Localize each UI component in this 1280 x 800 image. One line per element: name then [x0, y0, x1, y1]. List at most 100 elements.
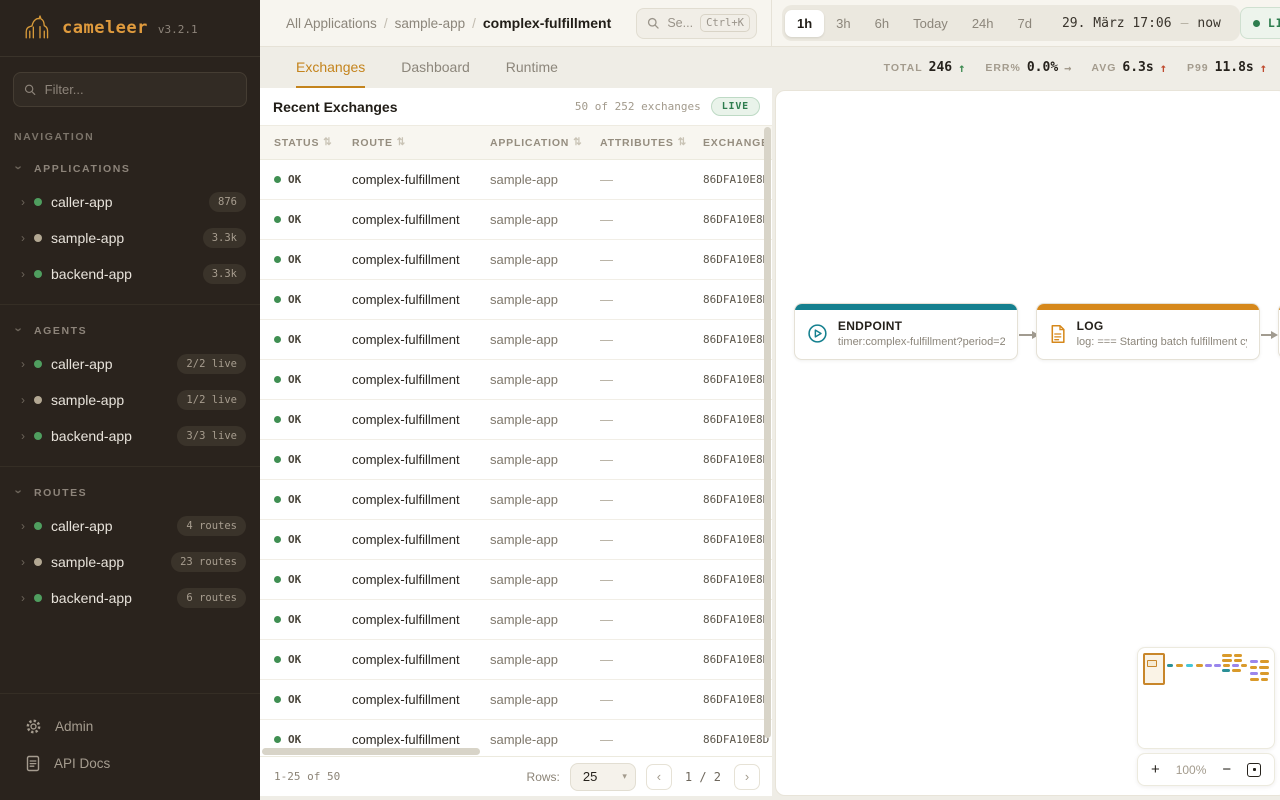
cell-exchange-id: 86DFA10E8D: [703, 333, 772, 346]
table-row[interactable]: OK complex-fulfillment sample-app — 86DF…: [260, 440, 772, 480]
column-header-attributes[interactable]: ATTRIBUTES ⇅: [600, 137, 703, 149]
range-button-3h[interactable]: 3h: [824, 10, 862, 37]
cell-exchange-id: 86DFA10E8D: [703, 253, 772, 266]
cell-route: complex-fulfillment: [352, 372, 490, 387]
tab-runtime[interactable]: Runtime: [506, 47, 558, 88]
time-range-display[interactable]: 29. März 17:06 — now: [1044, 16, 1237, 31]
cell-exchange-id: 86DFA10E8D: [703, 373, 772, 386]
table-row[interactable]: OK complex-fulfillment sample-app — 86DF…: [260, 360, 772, 400]
fit-dot: [1253, 768, 1256, 771]
horizontal-scrollbar[interactable]: [262, 748, 480, 755]
route-diagram-canvas[interactable]: ENDPOINT timer:complex-fulfillment?perio…: [775, 90, 1280, 796]
prev-page-button[interactable]: ‹: [646, 764, 672, 790]
range-button-24h[interactable]: 24h: [960, 10, 1006, 37]
tab-dashboard[interactable]: Dashboard: [401, 47, 470, 88]
column-header-status[interactable]: STATUS ⇅: [274, 137, 352, 149]
table-row[interactable]: OK complex-fulfillment sample-app — 86DF…: [260, 280, 772, 320]
sort-icon: ⇅: [573, 137, 582, 148]
cell-route: complex-fulfillment: [352, 212, 490, 227]
table-row[interactable]: OK complex-fulfillment sample-app — 86DF…: [260, 320, 772, 360]
trend-up-icon: ↑: [958, 61, 965, 75]
range-button-1h[interactable]: 1h: [785, 10, 824, 37]
status-text: OK: [288, 413, 301, 426]
column-header-application[interactable]: APPLICATION ⇅: [490, 137, 600, 149]
table-row[interactable]: OK complex-fulfillment sample-app — 86DF…: [260, 560, 772, 600]
routes-badge: 6 routes: [177, 588, 246, 608]
sidebar-item-application[interactable]: › backend-app 3.3k: [0, 256, 260, 292]
sidebar-item-application[interactable]: › caller-app 876: [0, 184, 260, 220]
live-toggle[interactable]: LIVE: [1240, 7, 1280, 39]
table-row[interactable]: OK complex-fulfillment sample-app — 86DF…: [260, 160, 772, 200]
table-row[interactable]: OK complex-fulfillment sample-app — 86DF…: [260, 600, 772, 640]
vertical-scrollbar[interactable]: [764, 127, 771, 738]
chevron-right-icon: ›: [21, 592, 25, 604]
exchanges-panel: Recent Exchanges 50 of 252 exchanges LIV…: [260, 88, 772, 796]
column-label: APPLICATION: [490, 137, 569, 149]
sidebar-item-agent[interactable]: › sample-app 1/2 live: [0, 382, 260, 418]
range-button-6h[interactable]: 6h: [863, 10, 901, 37]
minimap-dash: [1167, 664, 1173, 667]
cell-status: OK: [274, 453, 352, 466]
table-row[interactable]: OK complex-fulfillment sample-app — 86DF…: [260, 200, 772, 240]
sidebar-item-agent[interactable]: › caller-app 2/2 live: [0, 346, 260, 382]
sidebar-item-route[interactable]: › sample-app 23 routes: [0, 544, 260, 580]
section-header-agents[interactable]: › AGENTS: [0, 315, 260, 346]
range-button-today[interactable]: Today: [901, 10, 960, 37]
trend-up-icon: ↑: [1160, 61, 1167, 75]
cell-application: sample-app: [490, 172, 600, 187]
next-page-button[interactable]: ›: [734, 764, 760, 790]
section-header-routes[interactable]: › ROUTES: [0, 477, 260, 508]
admin-label: Admin: [55, 719, 93, 734]
table-row[interactable]: OK complex-fulfillment sample-app — 86DF…: [260, 240, 772, 280]
flow-node-endpoint[interactable]: ENDPOINT timer:complex-fulfillment?perio…: [794, 303, 1018, 360]
cell-exchange-id: 86DFA10E8D: [703, 733, 772, 746]
sidebar-item-api-docs[interactable]: API Docs: [0, 745, 260, 782]
minimap-dash: [1196, 664, 1203, 667]
sidebar-item-route[interactable]: › backend-app 6 routes: [0, 580, 260, 616]
table-row[interactable]: OK complex-fulfillment sample-app — 86DF…: [260, 640, 772, 680]
node-body: LOG log: === Starting batch fulfillment …: [1037, 310, 1259, 359]
topbar-right: 1h 3h 6h Today 24h 7d 29. März 17:06 — n…: [772, 0, 1280, 46]
item-name: sample-app: [51, 554, 162, 570]
arrow-head-icon: [1271, 331, 1278, 339]
sidebar-item-agent[interactable]: › backend-app 3/3 live: [0, 418, 260, 454]
breadcrumb-app[interactable]: sample-app: [395, 16, 466, 31]
table-row[interactable]: OK complex-fulfillment sample-app — 86DF…: [260, 400, 772, 440]
sidebar-item-application[interactable]: › sample-app 3.3k: [0, 220, 260, 256]
cell-status: OK: [274, 173, 352, 186]
rows-per-page-select[interactable]: 25 ▾: [570, 763, 636, 791]
sidebar-item-admin[interactable]: Admin: [0, 708, 260, 745]
ok-status-dot: [274, 656, 281, 663]
table-row[interactable]: OK complex-fulfillment sample-app — 86DF…: [260, 680, 772, 720]
ok-status-dot: [274, 296, 281, 303]
filter-input[interactable]: [45, 82, 236, 97]
breadcrumb-root[interactable]: All Applications: [286, 16, 377, 31]
exchange-count: 50 of 252 exchanges: [575, 100, 701, 113]
column-header-route[interactable]: ROUTE ⇅: [352, 137, 490, 149]
fit-view-button[interactable]: [1247, 763, 1261, 777]
tab-exchanges[interactable]: Exchanges: [296, 47, 365, 88]
table-row[interactable]: OK complex-fulfillment sample-app — 86DF…: [260, 520, 772, 560]
cell-route: complex-fulfillment: [352, 612, 490, 627]
status-dot: [34, 558, 42, 566]
sidebar-item-route[interactable]: › caller-app 4 routes: [0, 508, 260, 544]
item-name: caller-app: [51, 194, 200, 210]
zoom-out-button[interactable]: −: [1222, 762, 1231, 777]
api-docs-label: API Docs: [54, 756, 110, 771]
section-header-applications[interactable]: › APPLICATIONS: [0, 153, 260, 184]
range-button-7d[interactable]: 7d: [1006, 10, 1044, 37]
search-box[interactable]: Se... Ctrl+K: [636, 8, 757, 39]
item-name: sample-app: [51, 230, 194, 246]
minimap-viewport[interactable]: [1143, 653, 1165, 685]
page-indicator: 1 / 2: [682, 770, 724, 784]
filter-box[interactable]: [13, 72, 247, 107]
trend-flat-icon: →: [1064, 61, 1071, 75]
cell-route: complex-fulfillment: [352, 452, 490, 467]
zoom-in-button[interactable]: +: [1151, 762, 1160, 777]
camel-logo-icon: [20, 12, 52, 44]
column-header-exchange[interactable]: EXCHANGE: [703, 137, 772, 149]
table-row[interactable]: OK complex-fulfillment sample-app — 86DF…: [260, 480, 772, 520]
minimap[interactable]: [1137, 647, 1275, 749]
flow-node-log[interactable]: LOG log: === Starting batch fulfillment …: [1036, 303, 1260, 360]
search-placeholder: Se...: [667, 16, 693, 30]
